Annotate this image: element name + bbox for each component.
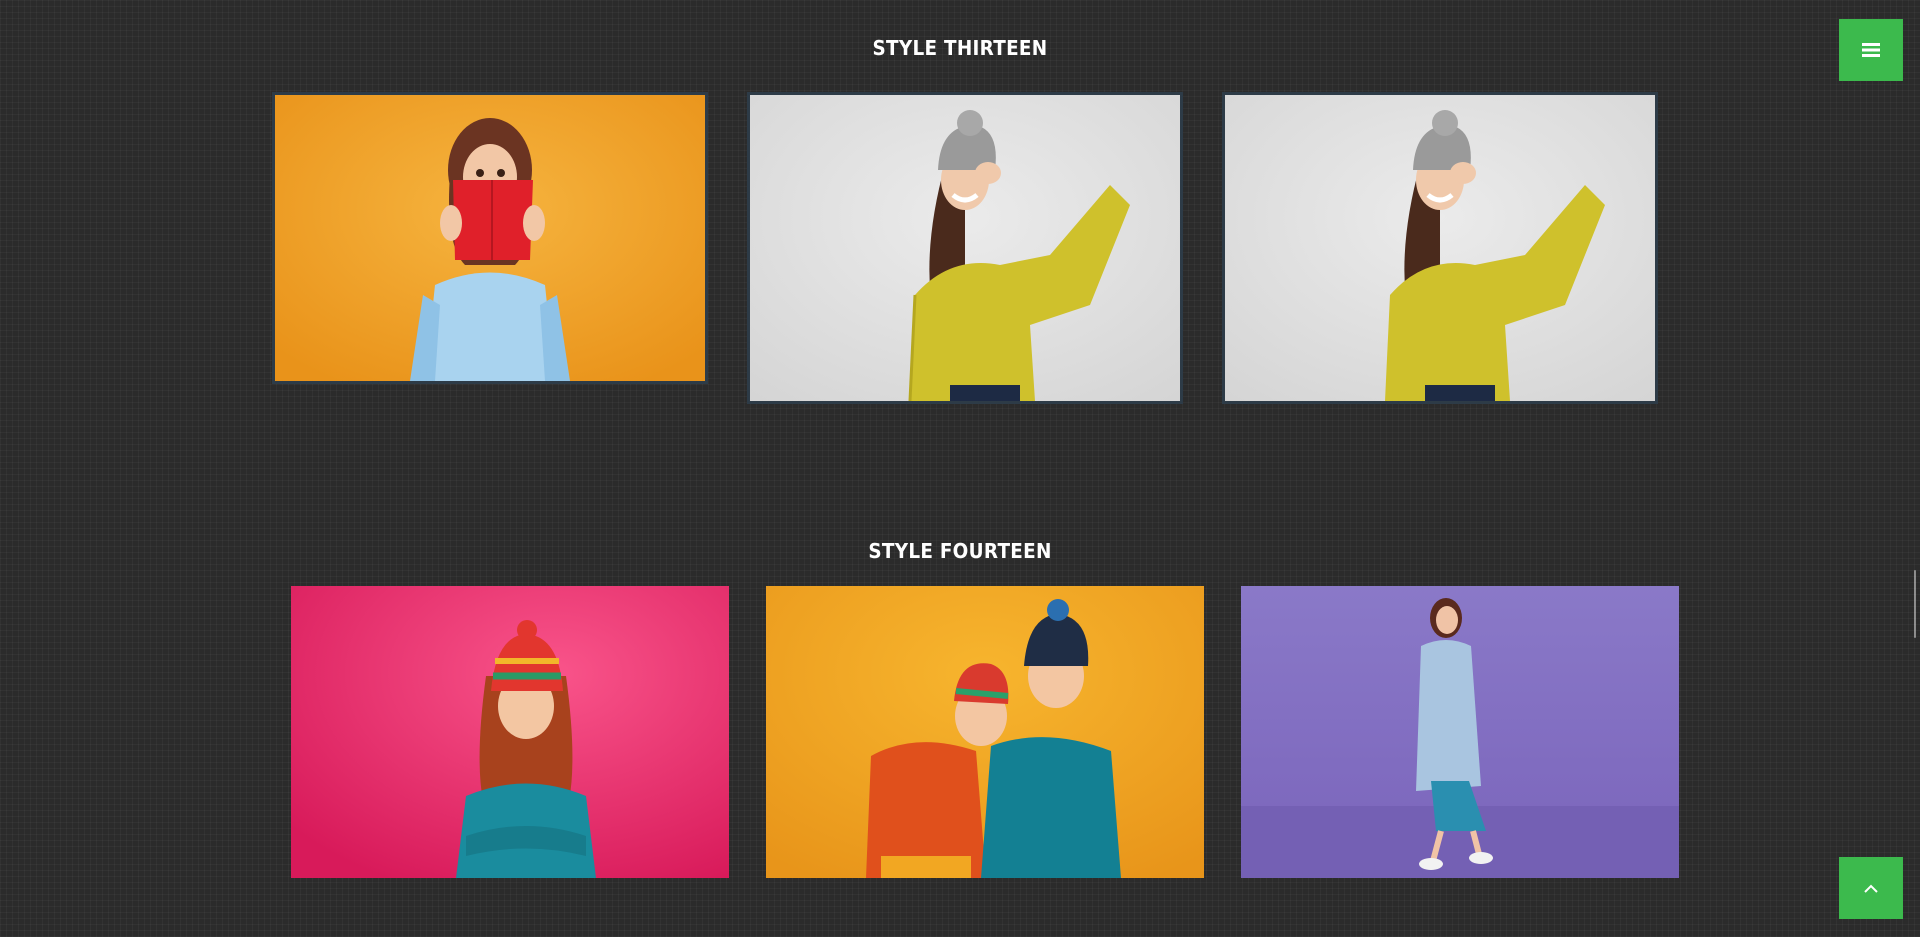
gallery-card[interactable] bbox=[747, 92, 1183, 404]
gallery-photo bbox=[291, 586, 729, 878]
section-title: STYLE FOURTEEN bbox=[868, 539, 1052, 563]
chevron-up-icon bbox=[1864, 884, 1878, 893]
gallery-photo bbox=[1225, 95, 1655, 401]
gallery-card[interactable] bbox=[272, 92, 708, 384]
gallery-card[interactable] bbox=[766, 586, 1204, 878]
gallery-photo bbox=[1241, 586, 1679, 878]
gallery-photo bbox=[275, 95, 705, 381]
gallery-photo bbox=[750, 95, 1180, 401]
menu-button[interactable] bbox=[1839, 19, 1903, 81]
menu-icon bbox=[1862, 43, 1880, 57]
scrollbar-thumb[interactable] bbox=[1914, 570, 1916, 638]
gallery-card[interactable] bbox=[1222, 92, 1658, 404]
gallery-card[interactable] bbox=[1241, 586, 1679, 878]
gallery-photo bbox=[766, 586, 1204, 878]
section-title: STYLE THIRTEEN bbox=[872, 36, 1048, 60]
gallery-card[interactable] bbox=[291, 586, 729, 878]
scroll-to-top-button[interactable] bbox=[1839, 857, 1903, 919]
